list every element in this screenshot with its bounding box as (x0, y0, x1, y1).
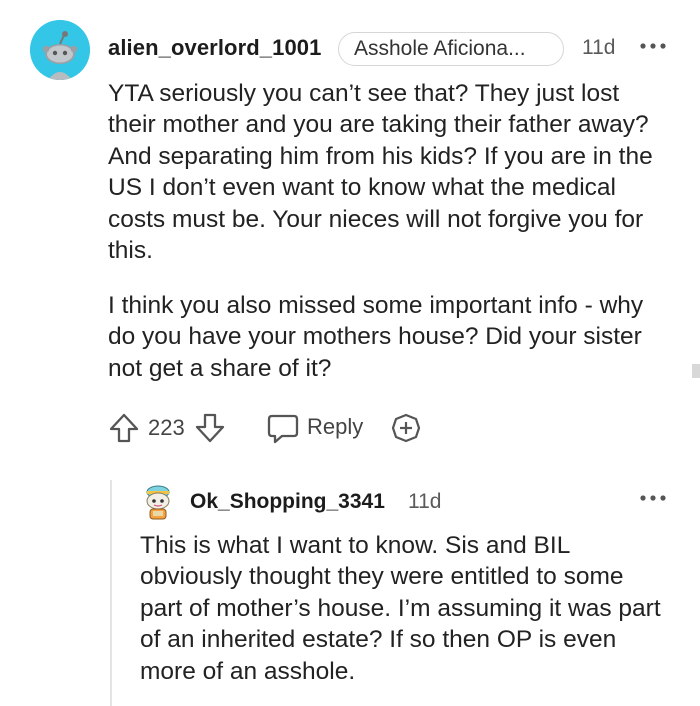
reply-timestamp: 11d (408, 490, 442, 513)
user-avatar[interactable] (30, 20, 90, 80)
snoo-with-cap-avatar-icon (146, 485, 170, 520)
vote-score: 223 (148, 415, 185, 440)
give-award-icon[interactable] (390, 412, 422, 444)
reply-more-options-icon[interactable] (638, 490, 668, 506)
user-flair: Asshole Aficiona... (338, 32, 564, 66)
thread-line[interactable] (110, 480, 112, 706)
comment-paragraph: YTA seriously you can’t see that? They j… (108, 80, 653, 265)
comment-username[interactable]: alien_overlord_1001 (108, 35, 321, 61)
reply-body: This is what I want to know. Sis and BIL… (140, 532, 661, 685)
upvote-arrow-icon[interactable] (108, 412, 140, 444)
reply-username[interactable]: Ok_Shopping_3341 (190, 490, 385, 514)
comment-paragraph: I think you also missed some important i… (108, 292, 644, 382)
reply-avatar[interactable] (138, 480, 178, 522)
reddit-alien-avatar-icon (30, 20, 90, 80)
reply-bubble-icon[interactable] (266, 412, 300, 444)
downvote-arrow-icon[interactable] (194, 412, 226, 444)
more-options-icon[interactable] (638, 38, 668, 54)
comment-thread: alien_overlord_1001 Asshole Aficiona... … (0, 0, 700, 706)
comment-timestamp: 11d (582, 36, 616, 59)
comment-action-bar: 223 Reply (108, 410, 668, 446)
scroll-indicator[interactable] (692, 364, 700, 378)
reply-button[interactable]: Reply (307, 414, 363, 440)
